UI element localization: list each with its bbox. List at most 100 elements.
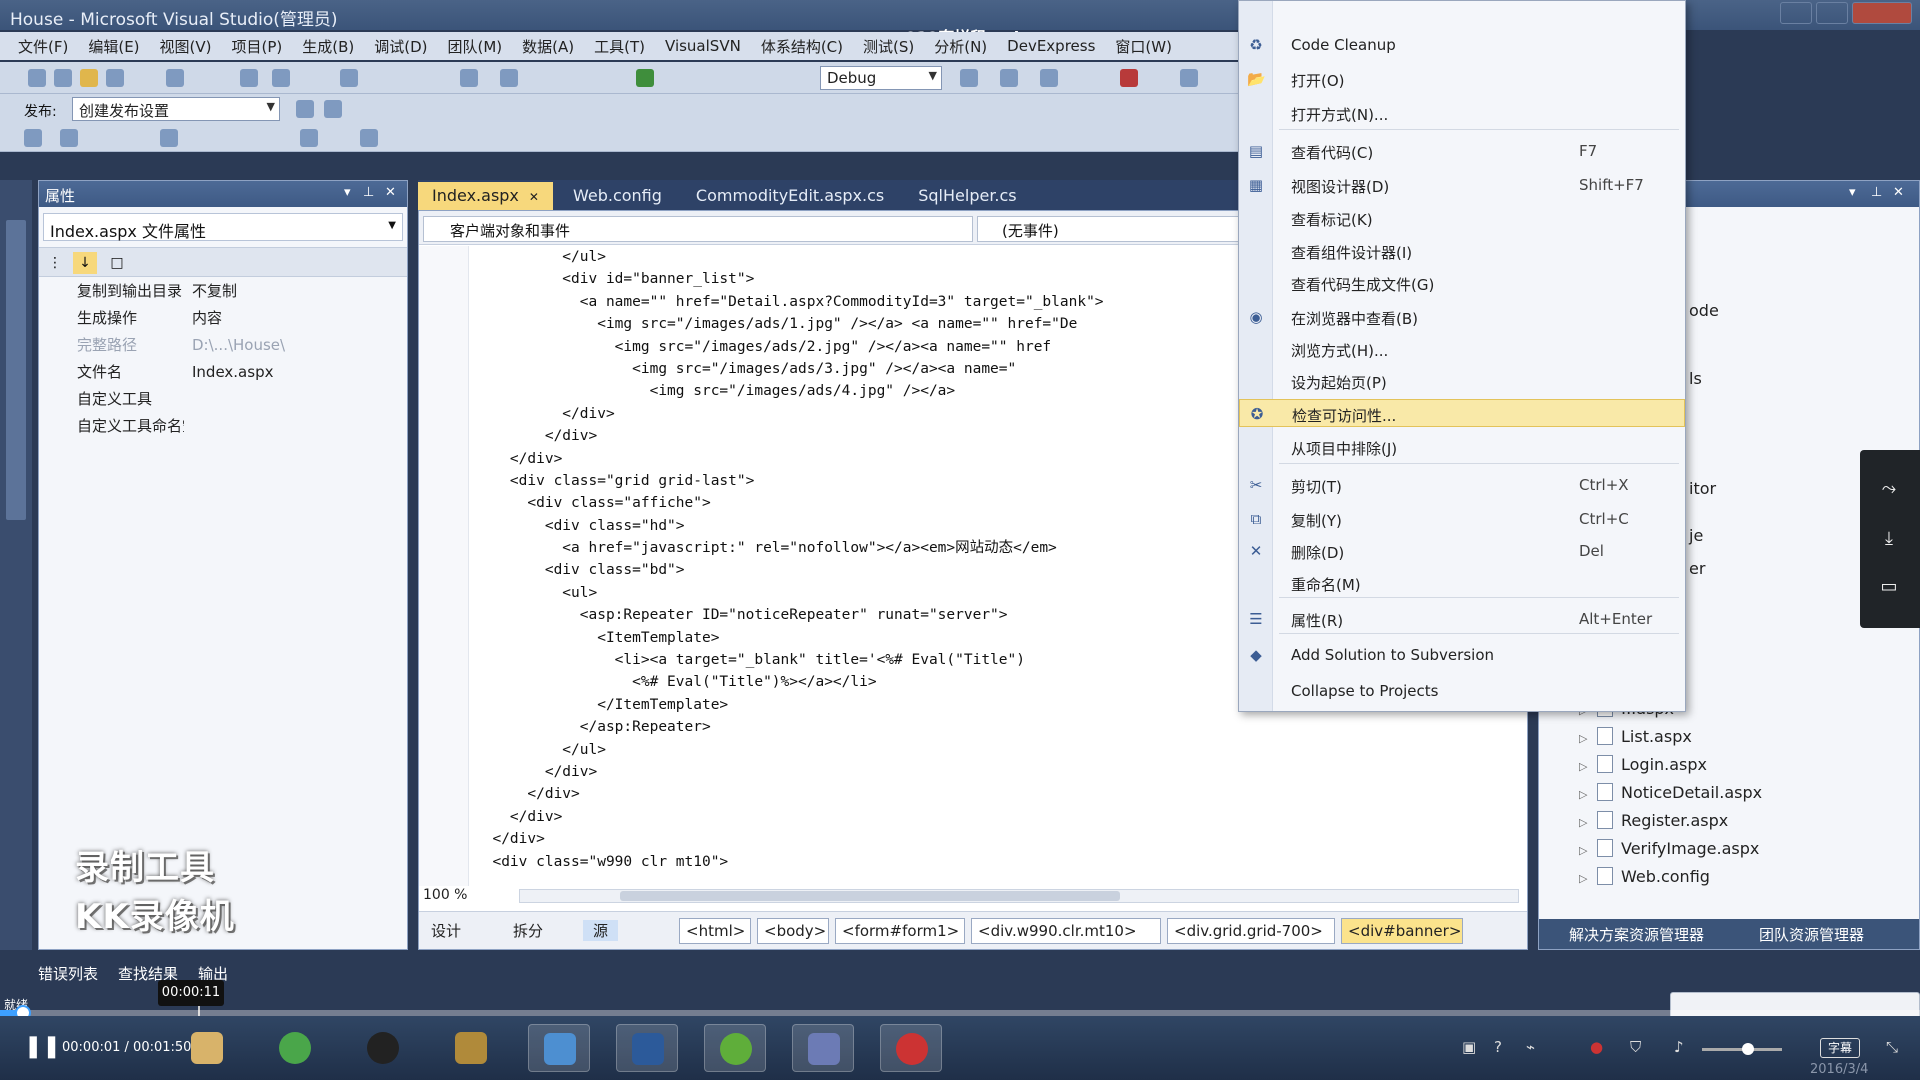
taskbar-recorder[interactable] (880, 1024, 942, 1072)
context-menu-item[interactable]: ▦ 视图设计器(D) Shift+F7 (1239, 171, 1685, 199)
format-icon[interactable] (24, 129, 42, 147)
new-project-icon[interactable] (28, 69, 46, 87)
breadcrumb-tag[interactable]: <body> (757, 918, 829, 944)
expand-icon[interactable]: ▷ (1579, 816, 1591, 829)
volume-slider[interactable] (1702, 1043, 1782, 1055)
menu-item[interactable]: 团队(M) (438, 36, 513, 57)
solution-tree-item[interactable]: itor (1689, 479, 1716, 498)
volume-icon[interactable]: ♪ (1674, 1038, 1694, 1058)
solution-file-item[interactable]: ▷ Web.config (1579, 867, 1710, 886)
editor-tab[interactable]: Web.config (559, 182, 676, 210)
maximize-button[interactable] (1816, 2, 1848, 24)
solution-tree-item[interactable]: je (1689, 526, 1703, 545)
pin-dropdown-icon[interactable]: ▾ (344, 185, 351, 200)
solution-file-item[interactable]: ▷ Register.aspx (1579, 811, 1728, 830)
solution-file-item[interactable]: ▷ VerifyImage.aspx (1579, 839, 1759, 858)
solution-config-select[interactable]: Debug ▼ (820, 66, 942, 90)
find-icon[interactable] (960, 69, 978, 87)
menu-item[interactable]: 窗口(W) (1105, 36, 1182, 57)
tab-solution-explorer[interactable]: 解决方案资源管理器 (1569, 924, 1704, 945)
ime-icon[interactable]: ▣ (1462, 1038, 1482, 1058)
taskbar-player[interactable] (616, 1024, 678, 1072)
taskbar-browser[interactable] (264, 1024, 326, 1072)
minimize-button[interactable] (1780, 2, 1812, 24)
context-menu-item[interactable]: 查看标记(K) (1239, 204, 1685, 232)
subtitle-button[interactable]: 字幕 (1820, 1038, 1860, 1058)
solution-file-item[interactable]: ▷ NoticeDetail.aspx (1579, 783, 1762, 802)
pin-dropdown-icon[interactable]: ▾ (1849, 185, 1856, 200)
menu-item[interactable]: 项目(P) (222, 36, 293, 57)
redo-icon[interactable] (500, 69, 518, 87)
menu-item[interactable]: VisualSVN (655, 37, 751, 55)
context-menu-item[interactable]: 📂 打开(O) (1239, 65, 1685, 93)
context-menu-item[interactable]: 从项目中排除(J) (1239, 433, 1685, 461)
property-row[interactable]: 复制到输出目录 不复制 (39, 277, 407, 304)
open-file-icon[interactable] (80, 69, 98, 87)
undo-icon[interactable] (460, 69, 478, 87)
help-icon[interactable]: ? (1494, 1038, 1514, 1058)
context-menu-item[interactable]: 浏览方式(H)... (1239, 335, 1685, 363)
context-menu-item[interactable]: ☰ 属性(R) Alt+Enter (1239, 605, 1685, 633)
context-menu-item[interactable]: Collapse to Projects (1239, 677, 1685, 705)
breadcrumb-tag[interactable]: <div.w990.clr.mt10> (971, 918, 1161, 944)
server-explorer-tab[interactable] (6, 220, 26, 520)
solution-tree-item[interactable]: ls (1689, 369, 1702, 388)
solution-tree-item[interactable]: er (1689, 559, 1705, 578)
indent-icon[interactable] (60, 129, 78, 147)
properties-window-icon[interactable] (1040, 69, 1058, 87)
property-row[interactable]: 生成操作 内容 (39, 304, 407, 331)
taskbar-cloud[interactable] (528, 1024, 590, 1072)
context-menu-item[interactable]: 查看代码生成文件(G) (1239, 269, 1685, 297)
expand-icon[interactable]: ▷ (1579, 872, 1591, 885)
menu-item[interactable]: 体系结构(C) (751, 36, 853, 57)
property-row[interactable]: 自定义工具 (39, 385, 407, 412)
context-menu-item[interactable]: ▤ 查看代码(C) F7 (1239, 137, 1685, 165)
bookmark-icon[interactable] (300, 129, 318, 147)
save-all-icon[interactable] (166, 69, 184, 87)
menu-item[interactable]: DevExpress (997, 37, 1105, 55)
object-select[interactable]: Index.aspx 文件属性 ▼ (43, 213, 403, 241)
publish-select[interactable]: 创建发布设置 ▼ (72, 97, 280, 121)
menu-item[interactable]: 文件(F) (8, 36, 78, 57)
split-view-button[interactable]: 拆分 (513, 920, 543, 941)
editor-tab[interactable]: CommodityEdit.aspx.cs (682, 182, 898, 210)
comment-icon[interactable] (160, 129, 178, 147)
menu-item[interactable]: 调试(D) (364, 36, 437, 57)
property-value[interactable]: 不复制 (184, 280, 407, 301)
pin-icon[interactable]: ⊥ (363, 185, 374, 200)
shield-icon[interactable]: ⛉ (1630, 1038, 1650, 1058)
menu-item[interactable]: 测试(S) (853, 36, 924, 57)
menu-item[interactable]: 数据(A) (512, 36, 584, 57)
download-icon[interactable]: ⤓ (1878, 528, 1900, 550)
add-item-icon[interactable] (54, 69, 72, 87)
context-menu-item[interactable]: ◆ Add Solution to Subversion (1239, 641, 1685, 669)
taskbar-app[interactable] (704, 1024, 766, 1072)
taskbar-qq[interactable] (352, 1024, 414, 1072)
expand-icon[interactable]: ▷ (1579, 760, 1591, 773)
breadcrumb-tag[interactable]: <html> (679, 918, 751, 944)
breadcrumb-tag[interactable]: <div.grid.grid-700> (1167, 918, 1335, 944)
fullscreen-icon[interactable]: ⤡ (1886, 1038, 1906, 1058)
volume-knob[interactable] (1742, 1043, 1754, 1055)
zoom-level[interactable]: 100 % (423, 887, 467, 903)
source-view-button[interactable]: 源 (583, 920, 619, 941)
events-select[interactable]: (无事件) (977, 216, 1247, 242)
context-menu-item[interactable]: 打开方式(N)... (1239, 99, 1685, 127)
context-menu-item[interactable]: 设为起始页(P) (1239, 367, 1685, 395)
tab-error-list[interactable]: 错误列表 (38, 963, 98, 984)
context-menu-item[interactable]: ♻ Code Cleanup (1239, 31, 1685, 59)
scroll-thumb[interactable] (620, 891, 1120, 901)
property-value[interactable]: D:\...\House\ (184, 336, 407, 354)
network-icon[interactable]: ⌁ (1526, 1038, 1546, 1058)
menu-item[interactable]: 生成(B) (292, 36, 364, 57)
taskbar-tool[interactable] (440, 1024, 502, 1072)
security-icon[interactable]: ● (1590, 1038, 1610, 1058)
horizontal-scrollbar[interactable] (519, 889, 1519, 903)
property-row[interactable]: 自定义工具命名空间 (39, 412, 407, 439)
property-pages-icon[interactable]: □ (105, 252, 129, 274)
property-row[interactable]: 完整路径 D:\...\House\ (39, 331, 407, 358)
context-menu-item[interactable]: ⧉ 复制(Y) Ctrl+C (1239, 505, 1685, 533)
editor-tab[interactable]: Index.aspx ✕ (418, 182, 553, 210)
close-icon[interactable]: ✕ (385, 185, 396, 200)
start-debug-icon[interactable] (636, 69, 654, 87)
